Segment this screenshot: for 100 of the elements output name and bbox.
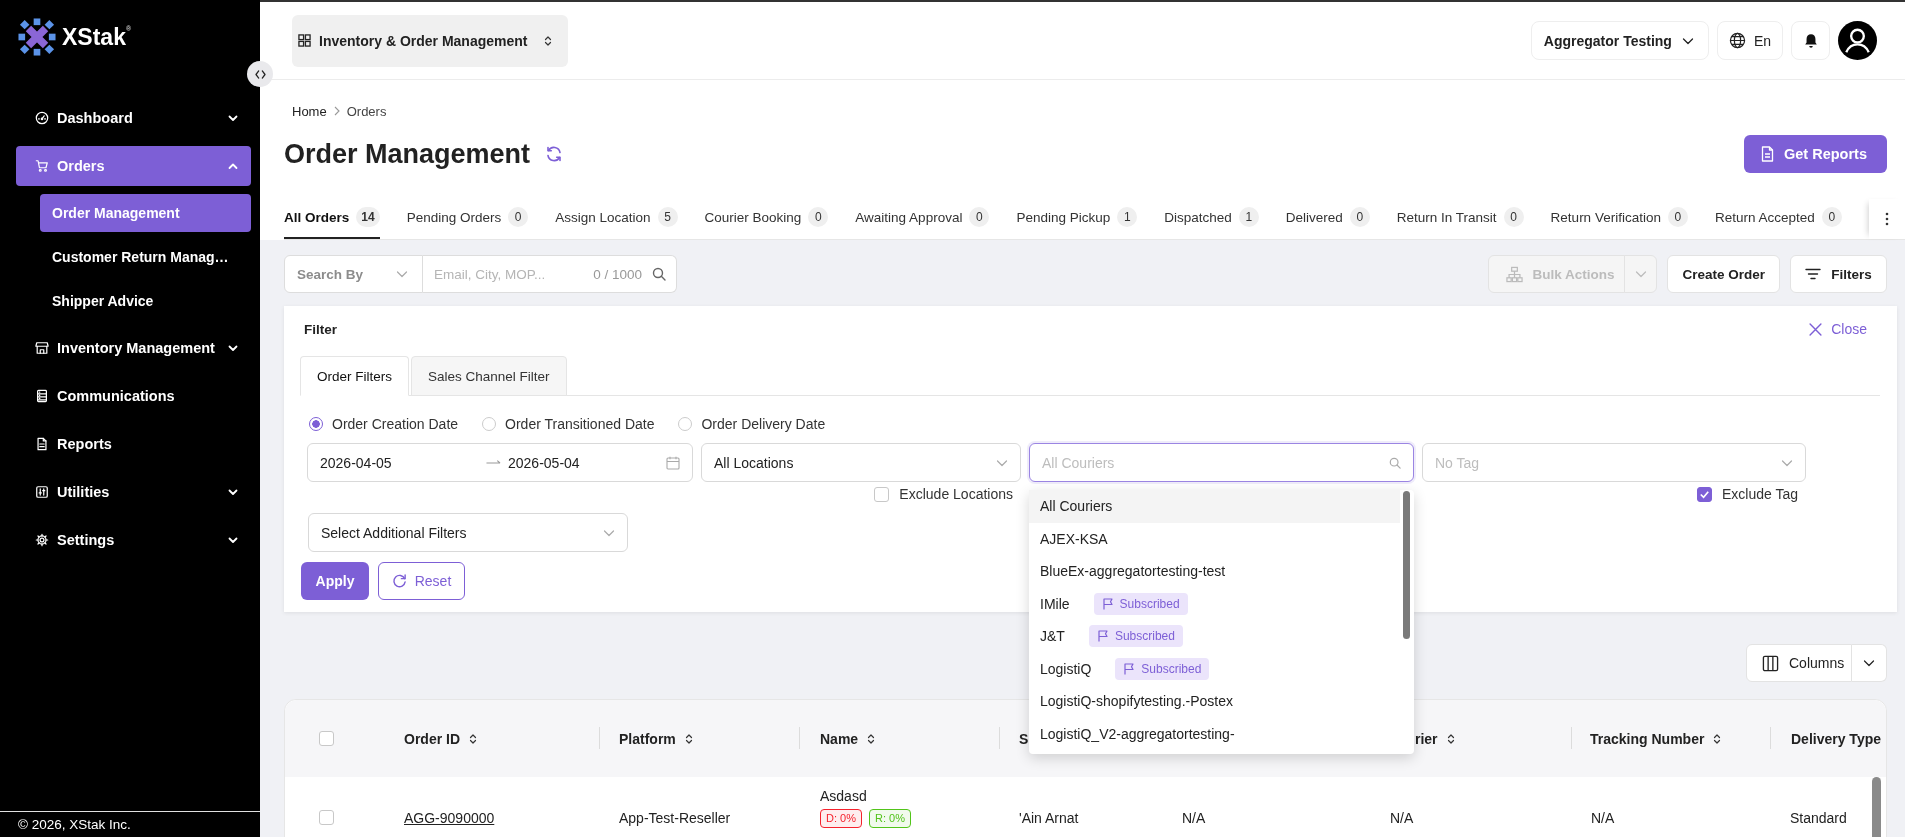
columns-icon bbox=[1762, 654, 1779, 672]
gauge-icon bbox=[35, 111, 49, 125]
table-cell: Standard bbox=[1790, 810, 1847, 826]
column-header[interactable]: S bbox=[1019, 730, 1029, 747]
customer-name: Asdasd bbox=[820, 787, 867, 806]
status-tab[interactable]: Pending Orders 0 bbox=[406, 199, 529, 239]
logo-text: XStak$^{®}$ bbox=[62, 23, 132, 51]
close-icon bbox=[1809, 322, 1823, 336]
chevron-up-down-icon bbox=[543, 34, 552, 47]
status-tab[interactable]: Dispatched 1 bbox=[1164, 199, 1259, 239]
table-cell: N/A bbox=[1390, 810, 1414, 826]
chevron-down-icon bbox=[1863, 657, 1875, 669]
table-cell: 'Ain Arnat bbox=[1019, 810, 1079, 826]
location-select[interactable]: All Locations bbox=[701, 443, 1021, 482]
logo-icon bbox=[18, 18, 56, 56]
status-tab[interactable]: Courier Booking 0 bbox=[704, 199, 829, 239]
avatar-icon[interactable] bbox=[1838, 21, 1877, 60]
count-badge: 0 bbox=[1821, 207, 1842, 227]
dropdown-option[interactable]: BlueEx-aggregatortesting-test bbox=[1029, 555, 1414, 588]
reset-button[interactable]: Reset bbox=[378, 562, 465, 600]
breadcrumb-link[interactable]: Orders bbox=[346, 103, 387, 119]
store-icon bbox=[35, 341, 49, 355]
count-badge: 14 bbox=[356, 207, 380, 227]
radio-button[interactable] bbox=[482, 417, 497, 431]
count-badge: 0 bbox=[1349, 207, 1370, 227]
column-header[interactable]: Order ID bbox=[404, 730, 477, 747]
flag-icon bbox=[1123, 662, 1136, 675]
filters-button[interactable]: Filters bbox=[1790, 255, 1887, 293]
chevron-down-icon bbox=[1634, 268, 1647, 280]
account-dropdown[interactable]: Aggregator Testing bbox=[1530, 21, 1709, 60]
close-button[interactable]: Close bbox=[1809, 321, 1867, 337]
column-header[interactable]: Delivery Type bbox=[1791, 730, 1881, 747]
status-text: Subscribed bbox=[1141, 661, 1202, 676]
column-header[interactable]: Tracking Number bbox=[1590, 730, 1722, 747]
reset-icon bbox=[391, 573, 407, 589]
count-badge: 0 bbox=[969, 207, 990, 227]
status-tab[interactable]: Assign Location 5 bbox=[555, 199, 678, 239]
radio-button[interactable] bbox=[678, 417, 693, 431]
date-range-field[interactable]: 2026-04-05 2026-05-04 bbox=[307, 443, 693, 482]
radio-label: Order Delivery Date bbox=[701, 416, 826, 432]
dropdown-option[interactable]: AJEX-KSA bbox=[1029, 522, 1414, 555]
dropdown-option[interactable]: LogistiQ Subscribed bbox=[1029, 652, 1414, 685]
flag-icon bbox=[1096, 630, 1109, 643]
sidebar-item[interactable]: Settings bbox=[16, 520, 251, 560]
sidebar-item[interactable]: Communications bbox=[16, 376, 251, 416]
page-title: Order Management bbox=[284, 138, 531, 171]
apply-button[interactable]: Apply bbox=[301, 562, 369, 600]
columns-menu-button[interactable] bbox=[1852, 644, 1887, 682]
count-badge: 0 bbox=[1503, 207, 1524, 227]
status-tab[interactable]: Return Accepted 0 bbox=[1714, 199, 1842, 239]
scrollbar-thumb[interactable] bbox=[1403, 491, 1410, 639]
column-header[interactable]: Name bbox=[820, 730, 876, 747]
app-switcher-button[interactable]: Inventory & Order Management bbox=[292, 14, 568, 67]
filter-tab[interactable]: Sales Channel Filter bbox=[411, 356, 567, 396]
sidebar-item[interactable]: Inventory Management bbox=[16, 328, 251, 368]
columns-button[interactable]: Columns bbox=[1746, 644, 1852, 682]
dropdown-option[interactable]: J&T Subscribed bbox=[1029, 620, 1414, 653]
checkbox[interactable] bbox=[874, 486, 890, 502]
language-button[interactable]: En bbox=[1716, 21, 1783, 60]
dropdown-option[interactable]: All Couriers bbox=[1029, 490, 1400, 523]
sidebar-item[interactable]: Dashboard bbox=[16, 98, 251, 138]
sidebar-subitem[interactable]: Shipper Advice bbox=[40, 282, 251, 320]
notification-button[interactable] bbox=[1791, 21, 1830, 60]
breadcrumb-link[interactable]: Home bbox=[292, 103, 327, 119]
status-tab[interactable]: All Orders 14 bbox=[284, 199, 380, 239]
select-all-checkbox[interactable] bbox=[319, 731, 334, 746]
sidebar-item[interactable]: Utilities bbox=[16, 472, 251, 512]
additional-filters-select[interactable]: Select Additional Filters bbox=[308, 513, 628, 552]
sidebar-subitem[interactable]: Order Management bbox=[40, 194, 251, 232]
status-tab[interactable]: Delivered 0 bbox=[1285, 199, 1370, 239]
create-order-button[interactable]: Create Order bbox=[1667, 255, 1780, 293]
scrollbar-thumb[interactable] bbox=[1872, 777, 1881, 837]
status-tab[interactable]: Pending Pickup 1 bbox=[1016, 199, 1138, 239]
get-reports-button[interactable]: Get Reports bbox=[1744, 135, 1887, 173]
status-tab[interactable]: Awaiting Approval 0 bbox=[855, 199, 990, 239]
globe-icon bbox=[1728, 32, 1746, 49]
grid-icon bbox=[298, 34, 311, 47]
dropdown-option[interactable]: IMile Subscribed bbox=[1029, 587, 1414, 620]
checkbox[interactable] bbox=[1697, 486, 1712, 502]
dropdown-option[interactable]: LogistiQ_V2-aggregatortesting- bbox=[1029, 717, 1414, 750]
search-input[interactable]: Email, City, MOP... bbox=[434, 266, 558, 282]
row-checkbox[interactable] bbox=[319, 810, 334, 825]
status-tab[interactable]: Return In Transit 0 bbox=[1396, 199, 1524, 239]
column-header[interactable]: rier bbox=[1415, 730, 1455, 747]
count-badge: 5 bbox=[657, 207, 678, 227]
dropdown-option[interactable]: LogistiQ-shopifytesting.-Postex bbox=[1029, 685, 1414, 718]
radio-button[interactable] bbox=[309, 417, 323, 431]
filter-tab[interactable]: Order Filters bbox=[300, 356, 409, 396]
radio-label: Order Creation Date bbox=[332, 416, 459, 432]
collapse-toggle-button[interactable] bbox=[247, 61, 273, 87]
sliders-icon bbox=[35, 485, 49, 499]
filter-icon bbox=[1805, 266, 1822, 282]
list-icon bbox=[35, 389, 49, 403]
more-button[interactable] bbox=[1868, 199, 1905, 239]
sidebar-item[interactable]: Orders bbox=[16, 146, 251, 186]
order-id-link[interactable]: AGG-9090000 bbox=[404, 810, 495, 826]
status-tab[interactable]: Return Verification 0 bbox=[1550, 199, 1688, 239]
sidebar-item[interactable]: Reports bbox=[16, 424, 251, 464]
sidebar-subitem[interactable]: Customer Return Manag… bbox=[40, 238, 251, 276]
column-header[interactable]: Platform bbox=[619, 730, 693, 747]
